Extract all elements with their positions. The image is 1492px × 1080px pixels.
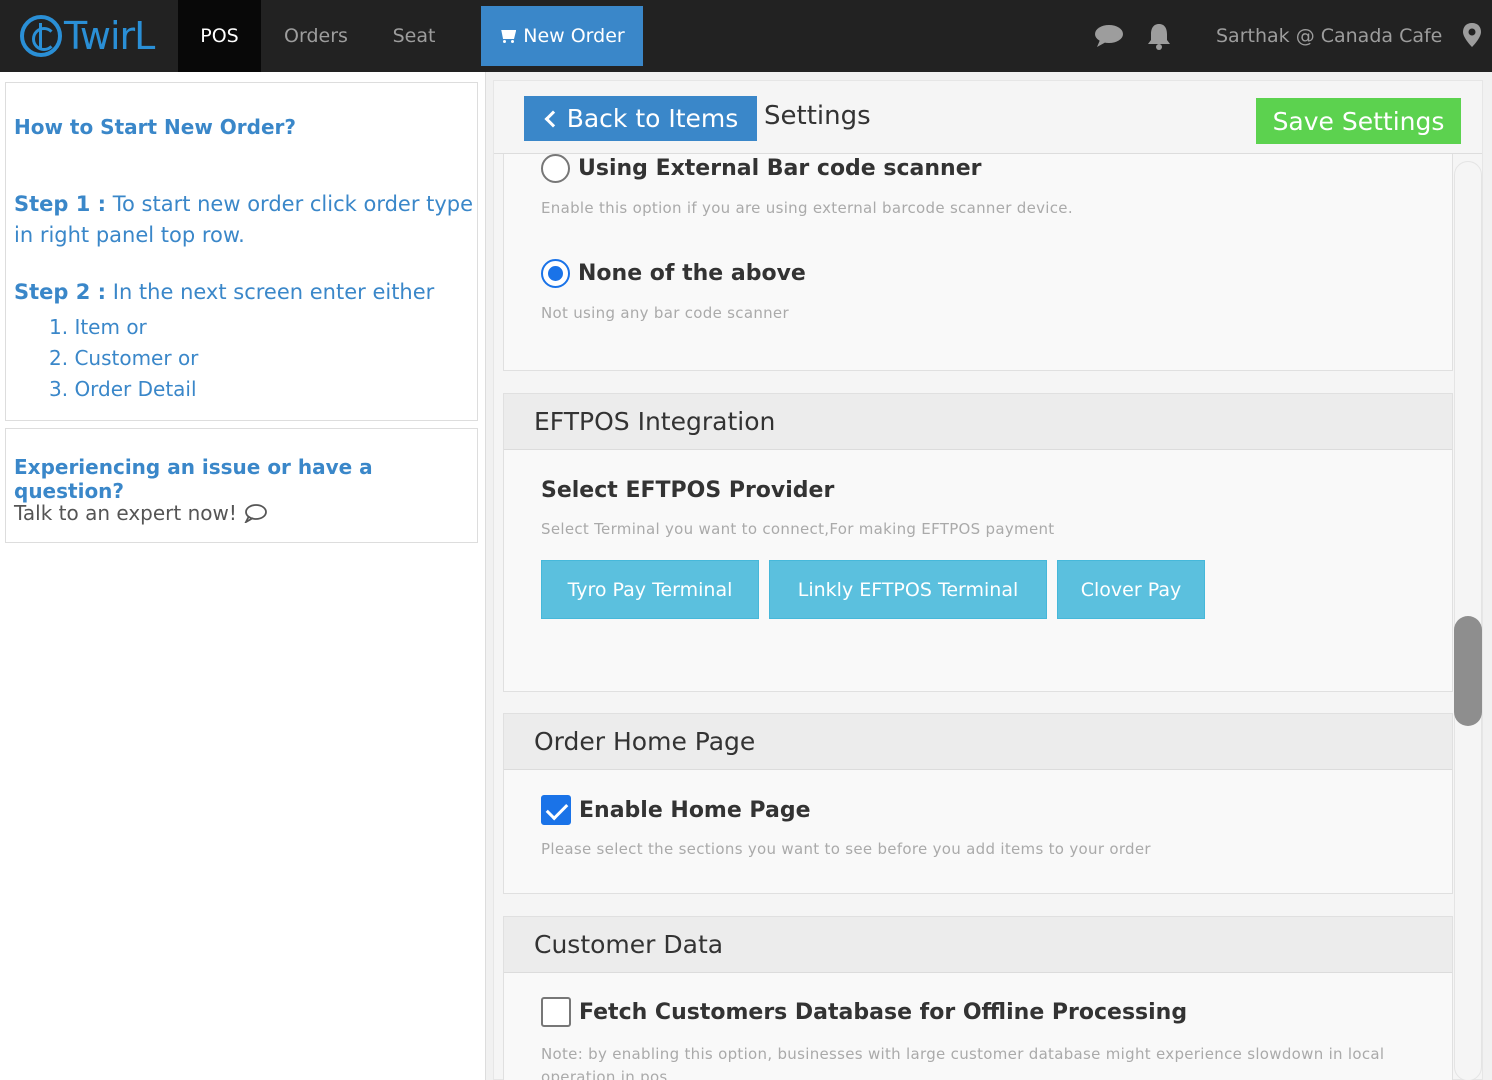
external-scanner-hint: Enable this option if you are using exte… — [541, 199, 1073, 217]
help-title: How to Start New Order? — [14, 115, 296, 139]
bell-icon[interactable] — [1146, 22, 1172, 50]
no-scanner-hint: Not using any bar code scanner — [541, 304, 789, 322]
order-home-header: Order Home Page — [504, 714, 1452, 770]
no-scanner-label: None of the above — [578, 261, 806, 286]
nav-orders[interactable]: Orders — [261, 0, 371, 72]
fetch-customers-hint: Note: by enabling this option, businesse… — [541, 1045, 1385, 1080]
external-scanner-radio[interactable] — [541, 154, 570, 183]
enable-home-option[interactable]: Enable Home Page — [541, 795, 810, 825]
back-label: Back to Items — [566, 104, 739, 133]
top-navbar: TwirL POS Orders Seat New Order Sarthak … — [0, 0, 1492, 72]
tyro-pay-button[interactable]: Tyro Pay Terminal — [541, 560, 759, 619]
chat-bubble-icon — [244, 504, 267, 523]
settings-panel: Back to Items Settings Save Settings Usi… — [493, 80, 1483, 1080]
list-item: 1. Item or — [49, 315, 147, 339]
list-item: 3. Order Detail — [49, 377, 197, 401]
customer-data-header: Customer Data — [504, 917, 1452, 973]
external-scanner-label: Using External Bar code scanner — [578, 156, 982, 181]
no-scanner-radio[interactable] — [541, 259, 570, 288]
new-order-label: New Order — [523, 25, 625, 47]
order-home-title: Order Home Page — [534, 727, 756, 756]
eftpos-card: EFTPOS Integration Select EFTPOS Provide… — [503, 393, 1453, 692]
support-box: Experiencing an issue or have a question… — [5, 428, 478, 543]
external-scanner-option[interactable]: Using External Bar code scanner — [541, 154, 981, 183]
support-title: Experiencing an issue or have a question… — [14, 455, 373, 503]
fetch-customers-option[interactable]: Fetch Customers Database for Offline Pro… — [541, 997, 1187, 1027]
step-2: Step 2 : In the next screen enter either — [14, 277, 474, 308]
step-1: Step 1 : To start new order click order … — [14, 189, 474, 251]
map-pin-icon[interactable] — [1462, 22, 1482, 48]
help-sidebar: How to Start New Order? Step 1 : To star… — [0, 72, 486, 1080]
eftpos-provider-title: Select EFTPOS Provider — [541, 478, 835, 503]
clover-pay-button[interactable]: Clover Pay — [1057, 560, 1205, 619]
settings-content: Using External Bar code scanner Enable t… — [494, 154, 1482, 1080]
eftpos-header: EFTPOS Integration — [504, 394, 1452, 450]
linkly-eftpos-button[interactable]: Linkly EFTPOS Terminal — [769, 560, 1047, 619]
scrollbar-thumb[interactable] — [1454, 616, 1482, 726]
fetch-customers-checkbox[interactable] — [541, 997, 571, 1027]
eftpos-hint: Select Terminal you want to connect,For … — [541, 520, 1055, 538]
step-2-label: Step 2 : — [14, 280, 107, 304]
customer-data-title: Customer Data — [534, 930, 724, 959]
nav-seat[interactable]: Seat — [371, 0, 457, 72]
twirl-logo[interactable]: TwirL — [20, 12, 155, 60]
save-settings-button[interactable]: Save Settings — [1256, 98, 1461, 144]
order-home-card: Order Home Page Enable Home Page Please … — [503, 713, 1453, 894]
settings-header: Back to Items Settings Save Settings — [494, 81, 1482, 154]
step-1-label: Step 1 : — [14, 192, 107, 216]
cart-icon — [499, 29, 517, 43]
enable-home-hint: Please select the sections you want to s… — [541, 840, 1151, 858]
fetch-customers-label: Fetch Customers Database for Offline Pro… — [579, 999, 1188, 1025]
talk-to-expert-link[interactable]: Talk to an expert now! — [14, 501, 267, 525]
back-to-items-button[interactable]: Back to Items — [524, 96, 757, 141]
user-location-label[interactable]: Sarthak @ Canada Cafe — [1216, 0, 1442, 72]
no-scanner-option[interactable]: None of the above — [541, 259, 806, 288]
page-title: Settings — [764, 101, 871, 131]
chat-icon[interactable] — [1094, 24, 1124, 48]
nav-pos[interactable]: POS — [178, 0, 261, 72]
twirl-logo-icon — [20, 15, 62, 57]
eftpos-title: EFTPOS Integration — [534, 407, 776, 436]
logo-text: TwirL — [64, 14, 155, 58]
chevron-left-icon — [544, 110, 562, 127]
enable-home-checkbox[interactable] — [541, 795, 571, 825]
eftpos-body: Select EFTPOS Provider Select Terminal y… — [504, 450, 1452, 692]
new-order-button[interactable]: New Order — [481, 6, 643, 66]
how-to-start-box: How to Start New Order? Step 1 : To star… — [5, 82, 478, 421]
enable-home-label: Enable Home Page — [579, 797, 811, 823]
step-2-text: In the next screen enter either — [106, 280, 435, 304]
list-item: 2. Customer or — [49, 346, 199, 370]
customer-data-card: Customer Data Fetch Customers Database f… — [503, 916, 1453, 1080]
talk-to-expert-label: Talk to an expert now! — [14, 501, 237, 525]
barcode-scanner-card: Using External Bar code scanner Enable t… — [503, 154, 1453, 371]
